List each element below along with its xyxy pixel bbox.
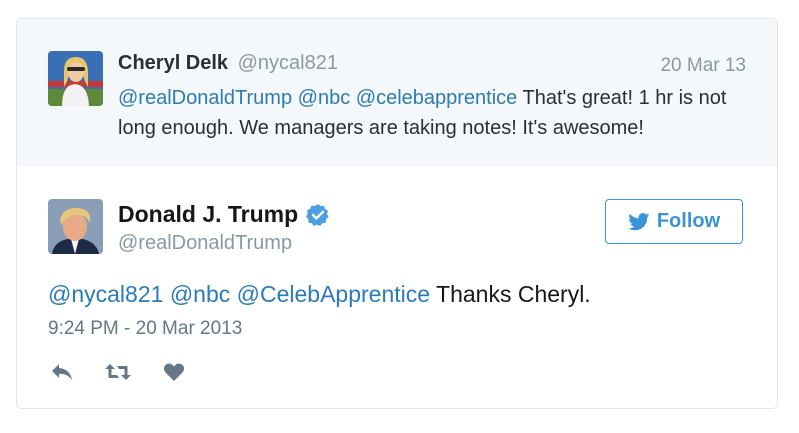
twitter-bird-icon bbox=[628, 212, 650, 230]
reply-button[interactable] bbox=[48, 359, 76, 385]
author-name[interactable]: Cheryl Delk bbox=[118, 52, 228, 74]
parent-tweet[interactable]: Cheryl Delk @nycal821 20 Mar 13 @realDon… bbox=[17, 19, 777, 167]
follow-label: Follow bbox=[656, 210, 721, 232]
tweet-text: @realDonaldTrump @nbc @celebapprentice T… bbox=[118, 83, 743, 143]
tweet-text: @nycal821 @nbc @CelebApprentice Thanks C… bbox=[48, 281, 591, 308]
avatar[interactable] bbox=[48, 51, 103, 106]
avatar[interactable] bbox=[48, 199, 103, 254]
author-handle[interactable]: @realDonaldTrump bbox=[118, 232, 292, 255]
author-name-text: Donald J. Trump bbox=[118, 201, 299, 227]
parent-tweet-header: Cheryl Delk @nycal821 bbox=[118, 51, 338, 75]
like-icon bbox=[163, 363, 185, 381]
reply-icon bbox=[52, 364, 72, 380]
author-name[interactable]: Donald J. Trump bbox=[118, 201, 330, 228]
follow-button[interactable]: Follow bbox=[605, 199, 743, 244]
like-button[interactable] bbox=[160, 359, 188, 385]
tweet-body: Thanks Cheryl. bbox=[436, 281, 591, 307]
tweet-date[interactable]: 20 Mar 13 bbox=[660, 55, 746, 77]
retweet-icon bbox=[105, 364, 131, 380]
verified-badge-icon bbox=[306, 203, 329, 226]
mention-link[interactable]: @nycal821 bbox=[48, 281, 163, 307]
tweet-actions bbox=[48, 359, 216, 385]
mention-link[interactable]: @CelebApprentice bbox=[237, 281, 430, 307]
mention-link[interactable]: @celebapprentice bbox=[356, 87, 518, 109]
mention-link[interactable]: @realDonaldTrump bbox=[118, 87, 292, 109]
mention-link[interactable]: @nbc bbox=[298, 87, 351, 109]
embedded-tweet-card: Cheryl Delk @nycal821 20 Mar 13 @realDon… bbox=[16, 18, 778, 409]
tweet-timestamp[interactable]: 9:24 PM - 20 Mar 2013 bbox=[48, 318, 242, 340]
mention-link[interactable]: @nbc bbox=[170, 281, 230, 307]
retweet-button[interactable] bbox=[104, 359, 132, 385]
author-handle[interactable]: @nycal821 bbox=[238, 52, 338, 74]
